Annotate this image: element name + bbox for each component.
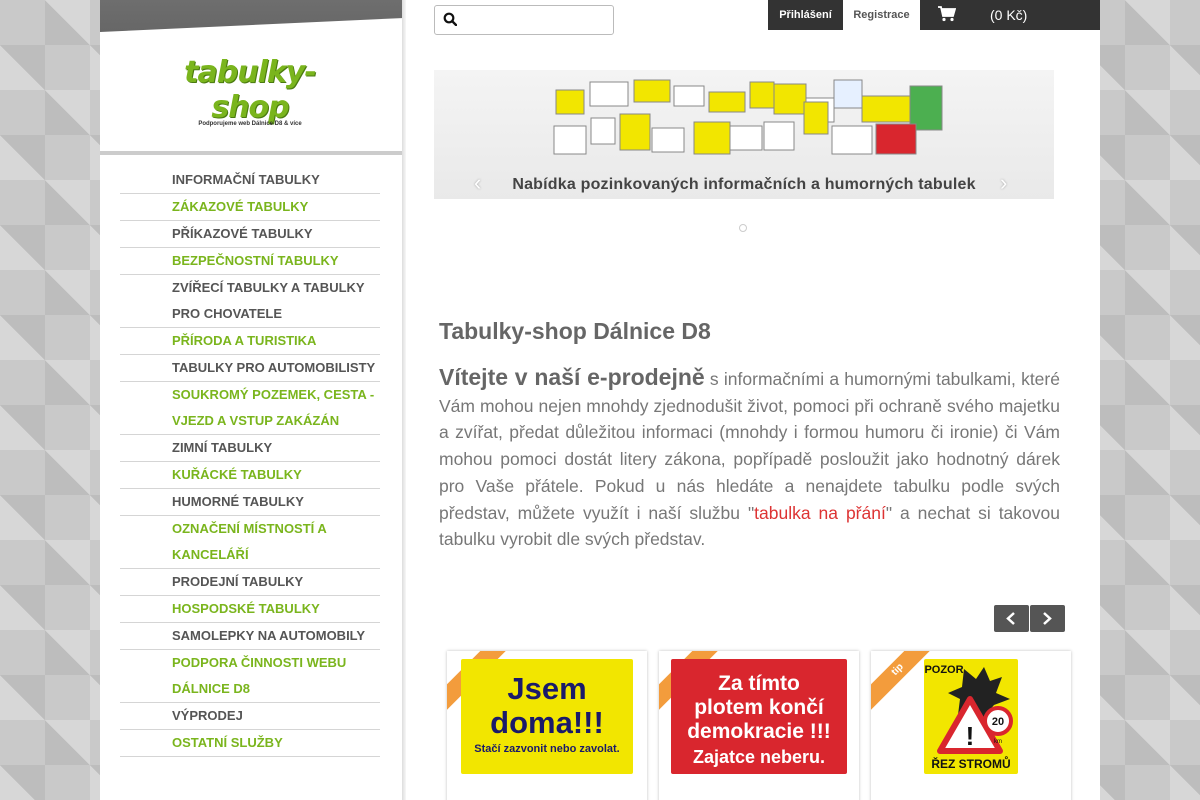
intro-lead-rest: s informačními bbox=[704, 369, 825, 389]
menu-item[interactable]: INFORMAČNÍ TABULKY bbox=[120, 167, 380, 194]
sign-subtext: Zajatce neberu. bbox=[693, 747, 825, 767]
cart-button[interactable]: (0 Kč) bbox=[920, 0, 1100, 30]
exclamation-icon: ! bbox=[966, 721, 975, 751]
menu-item[interactable]: BEZPEČNOSTNÍ TABULKY bbox=[120, 248, 380, 275]
menu-item[interactable]: KUŘÁCKÉ TABULKY bbox=[120, 462, 380, 489]
menu-item[interactable]: PRODEJNÍ TABULKY bbox=[120, 569, 380, 596]
intro-text: Vítejte v naší e-prodejně s informačními… bbox=[439, 364, 1060, 553]
logo-text: tabulky-shop bbox=[184, 55, 317, 125]
register-button[interactable]: Registrace bbox=[843, 0, 920, 30]
sign-line-2: plotem končí bbox=[694, 696, 825, 719]
menu-item[interactable]: PŘÍRODA A TURISTIKA bbox=[120, 328, 380, 355]
menu-item[interactable]: HOSPODSKÉ TABULKY bbox=[120, 596, 380, 623]
login-button[interactable]: Přihlášení bbox=[768, 0, 843, 30]
speed-limit-unit: km bbox=[994, 739, 1002, 745]
chevron-right-icon bbox=[1043, 612, 1052, 625]
logo-tagline: Podporujeme web Dálnice D8 & více bbox=[198, 121, 302, 127]
sign-line-3: demokracie !!! bbox=[687, 720, 831, 743]
menu-item[interactable]: ZÁKAZOVÉ TABULKY bbox=[120, 194, 380, 221]
menu-item[interactable]: OSTATNÍ SLUŽBY bbox=[120, 730, 380, 757]
sign-line-2: doma!!! bbox=[490, 705, 604, 740]
chevron-left-icon bbox=[1006, 612, 1015, 625]
menu-item[interactable]: ZIMNÍ TABULKY bbox=[120, 435, 380, 462]
menu-item[interactable]: OZNAČENÍ MÍSTNOSTÍ A KANCELÁŘÍ bbox=[120, 516, 380, 569]
carousel-next-button[interactable] bbox=[1030, 605, 1065, 632]
intro-lead: Vítejte v naší e-prodejně bbox=[439, 364, 705, 390]
slider-next-arrow[interactable]: › bbox=[1000, 170, 1007, 196]
page-title: Tabulky-shop Dálnice D8 bbox=[439, 318, 711, 344]
intro-paragraph-1: a humornými tabulkami, které Vám mohou n… bbox=[439, 369, 1060, 523]
slider-prev-arrow[interactable]: ‹ bbox=[474, 170, 481, 196]
product-card[interactable]: tip Za tímto plotem končí demokracie !!!… bbox=[659, 651, 859, 800]
sign-top-text: POZOR bbox=[924, 664, 963, 676]
search-icon[interactable] bbox=[443, 12, 457, 26]
custom-sign-link[interactable]: tabulka na přání bbox=[754, 503, 886, 523]
page-wrapper: tabulky-shop Podporujeme web Dálnice D8 … bbox=[100, 0, 1100, 800]
sign-bottom-text: ŘEZ STROMŮ bbox=[931, 755, 1010, 771]
menu-item[interactable]: PODPORA ČINNOSTI WEBU DÁLNICE D8 bbox=[120, 650, 380, 703]
menu-item[interactable]: PŘÍKAZOVÉ TABULKY bbox=[120, 221, 380, 248]
banner-signs-image bbox=[553, 79, 943, 155]
menu-item[interactable]: ZVÍŘECÍ TABULKY A TABULKY PRO CHOVATELE bbox=[120, 275, 380, 328]
category-menu: INFORMAČNÍ TABULKY ZÁKAZOVÉ TABULKY PŘÍKAZ… bbox=[120, 167, 380, 757]
product-card[interactable]: tip Jsem doma!!! Stačí zazvonit nebo zav… bbox=[447, 651, 647, 800]
sign-line-1: Za tímto bbox=[718, 672, 800, 695]
product-image[interactable]: POZOR ! 20 km ŘEZ STROMŮ bbox=[924, 659, 1018, 774]
left-column: tabulky-shop Podporujeme web Dálnice D8 … bbox=[100, 0, 406, 800]
menu-item[interactable]: VÝPRODEJ bbox=[120, 703, 380, 730]
carousel-prev-button[interactable] bbox=[994, 605, 1029, 632]
cart-total: (0 Kč) bbox=[990, 7, 1028, 23]
slider-dot[interactable] bbox=[739, 224, 747, 232]
speed-limit-value: 20 bbox=[992, 716, 1004, 728]
product-card[interactable]: tip POZOR ! 20 km ŘEZ STROMŮ bbox=[871, 651, 1071, 800]
product-image[interactable]: Za tímto plotem končí demokracie !!! Zaj… bbox=[671, 659, 847, 774]
menu-item[interactable]: SOUKROMÝ POZEMEK, CESTA - VJEZD A VSTUP … bbox=[120, 382, 380, 435]
menu-item[interactable]: SAMOLEPKY NA AUTOMOBILY bbox=[120, 623, 380, 650]
banner-slider[interactable]: Nabídka pozinkovaných informačních a hum… bbox=[434, 70, 1054, 199]
search-box[interactable] bbox=[434, 5, 614, 35]
cart-icon bbox=[938, 6, 956, 22]
column-divider bbox=[402, 0, 406, 800]
product-image[interactable]: Jsem doma!!! Stačí zazvonit nebo zavolat… bbox=[461, 659, 633, 774]
logo[interactable]: tabulky-shop Podporujeme web Dálnice D8 … bbox=[155, 55, 345, 127]
search-input[interactable] bbox=[465, 9, 605, 31]
sign-line-1: Jsem bbox=[507, 671, 586, 706]
menu-item[interactable]: HUMORNÉ TABULKY bbox=[120, 489, 380, 516]
menu-item[interactable]: TABULKY PRO AUTOMOBILISTY bbox=[120, 355, 380, 382]
banner-caption: Nabídka pozinkovaných informačních a hum… bbox=[512, 176, 976, 193]
sign-subtext: Stačí zazvonit nebo zavolat. bbox=[474, 743, 619, 755]
